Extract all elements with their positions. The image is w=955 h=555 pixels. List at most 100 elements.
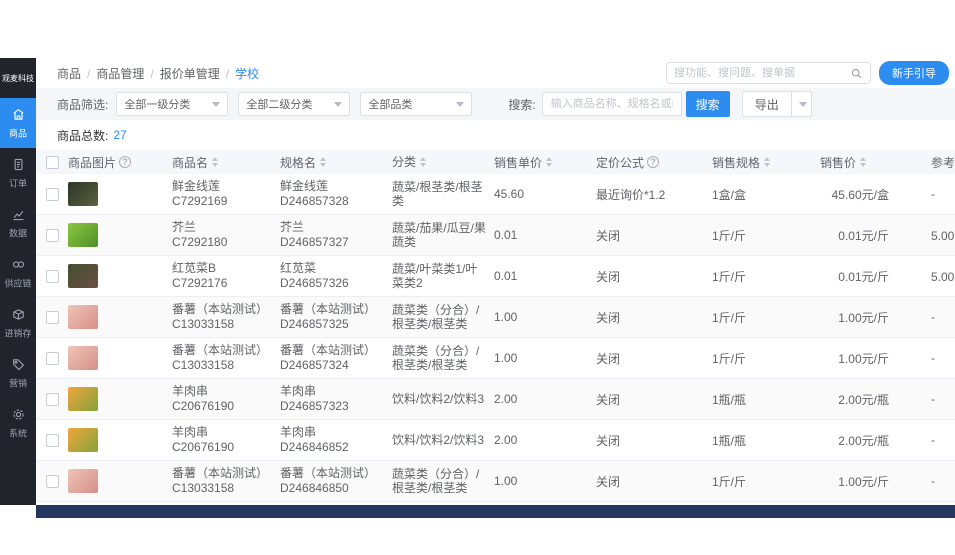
row-checkbox[interactable] (46, 351, 59, 365)
product-code: C20676190 (172, 399, 235, 413)
sidebar-item-label: 进销存 (4, 328, 32, 339)
sidebar-item-进销存[interactable]: 进销存 (0, 298, 36, 348)
help-icon[interactable]: ? (647, 156, 660, 168)
guide-button[interactable]: 新手引导 (879, 61, 949, 85)
unit-price-cell: 1.00 (494, 310, 518, 324)
select-value: 全部品类 (368, 99, 413, 111)
col-header-spec[interactable]: 规格名 (280, 154, 392, 171)
product-thumbnail[interactable] (68, 469, 98, 493)
category-level2-select[interactable]: 全部二级分类 (238, 92, 351, 116)
spec-name: 羊肉串 (280, 425, 317, 439)
search-icon[interactable] (850, 67, 863, 80)
product-thumbnail[interactable] (68, 264, 98, 288)
spec-code: D246857325 (280, 317, 349, 331)
breadcrumb-item[interactable]: 商品 (57, 65, 81, 82)
col-header-sale-spec[interactable]: 销售规格 (712, 154, 820, 171)
sidebar-item-数据[interactable]: 数据 (0, 198, 36, 248)
row-checkbox[interactable] (46, 392, 59, 406)
row-checkbox[interactable] (46, 269, 59, 283)
row-checkbox[interactable] (46, 433, 59, 447)
sidebar-item-营销[interactable]: 营销 (0, 348, 36, 398)
product-thumbnail[interactable] (68, 305, 98, 329)
sale-price-cell: 2.00元/瓶 (838, 392, 889, 407)
sort-icon[interactable] (320, 157, 327, 167)
pricing-formula-cell: 关闭 (596, 310, 621, 325)
orders-icon (11, 157, 26, 172)
export-dropdown-toggle[interactable] (791, 91, 812, 117)
table-row: 芥兰 C7292180 芥兰 D246857327 蔬菜/茄果/瓜豆/果蔬类 0… (36, 215, 955, 256)
sidebar-item-系统[interactable]: 系统 (0, 398, 36, 448)
sort-icon[interactable] (420, 157, 427, 167)
chevron-down-icon (334, 101, 343, 107)
sidebar-item-订单[interactable]: 订单 (0, 148, 36, 198)
unit-price-cell: 2.00 (494, 392, 518, 406)
col-header-category[interactable]: 分类 (392, 155, 494, 169)
spec-name: 番薯（本站测试） (280, 302, 377, 316)
row-checkbox[interactable] (46, 228, 59, 242)
breadcrumb-item[interactable]: 商品管理 (81, 65, 144, 82)
ref-cost-cell: - (931, 310, 935, 324)
sale-spec-cell: 1斤/斤 (712, 228, 747, 243)
col-header-name[interactable]: 商品名 (172, 154, 280, 171)
spec-name: 红苋菜 (280, 261, 317, 275)
ref-cost-cell: 5.00元 (931, 228, 955, 243)
sale-spec-cell: 1盒/盒 (712, 187, 747, 202)
product-code: C7292169 (172, 194, 228, 208)
sidebar-item-供应链[interactable]: 供应链 (0, 248, 36, 298)
product-thumbnail[interactable] (68, 428, 98, 452)
product-code: C7292180 (172, 235, 228, 249)
total-count-value: 27 (113, 128, 127, 142)
category-type-select[interactable]: 全部品类 (360, 92, 473, 116)
global-search-input[interactable] (674, 67, 850, 79)
filter-label: 商品筛选: (57, 97, 109, 112)
sale-price-cell: 1.00元/斤 (838, 310, 889, 325)
select-all-checkbox[interactable] (46, 155, 59, 169)
sale-price-cell: 2.00元/瓶 (838, 433, 889, 448)
export-button[interactable]: 导出 (741, 91, 792, 117)
ref-cost-cell: - (931, 433, 935, 447)
global-search-box[interactable] (666, 62, 871, 84)
breadcrumb-item[interactable]: 报价单管理 (144, 65, 220, 82)
product-thumbnail[interactable] (68, 223, 98, 247)
sidebar-item-商品[interactable]: 商品 (0, 98, 36, 148)
spec-name: 鲜金线莲 (280, 179, 329, 193)
col-header-unit-price[interactable]: 销售单价 (494, 154, 596, 171)
main-area: 商品 商品管理 报价单管理 学校 新手引导 商品筛选: 全部一级分类 (36, 58, 955, 518)
category-level1-select[interactable]: 全部一级分类 (116, 92, 229, 116)
sort-icon[interactable] (212, 157, 219, 167)
sale-spec-cell: 1斤/斤 (712, 269, 747, 284)
product-name: 红苋菜B (172, 261, 217, 275)
col-header-image: 商品图片 (68, 155, 117, 170)
product-search-input[interactable] (541, 92, 682, 116)
product-thumbnail[interactable] (68, 182, 98, 206)
pricing-formula-cell: 关闭 (596, 433, 621, 448)
topbar: 商品 商品管理 报价单管理 学校 新手引导 (36, 58, 955, 88)
sort-icon[interactable] (860, 157, 867, 167)
search-button[interactable]: 搜索 (685, 91, 730, 117)
filter-bar: 商品筛选: 全部一级分类 全部二级分类 全部品类 搜索: 搜索 导出 (36, 88, 955, 120)
sort-icon[interactable] (546, 157, 553, 167)
sale-price-cell: 45.60元/盒 (831, 187, 889, 202)
row-checkbox[interactable] (46, 310, 59, 324)
sort-icon[interactable] (764, 157, 771, 167)
row-checkbox[interactable] (46, 187, 59, 201)
ref-cost-cell: 5.00元 (931, 269, 955, 284)
pricing-formula-cell: 关闭 (596, 351, 621, 366)
product-thumbnail[interactable] (68, 346, 98, 370)
data-icon (11, 207, 26, 222)
spec-code: D246857328 (280, 194, 349, 208)
product-thumbnail[interactable] (68, 387, 98, 411)
col-header-ref-cost[interactable]: 参考成 (925, 154, 955, 171)
row-checkbox[interactable] (46, 474, 59, 488)
sidebar-nav: 商品 订单 数据 供应链 进销存 营销 系统 (0, 98, 36, 448)
pricing-formula-cell: 最近询价*1.2 (596, 187, 666, 202)
spec-name: 番薯（本站测试） (280, 343, 377, 357)
help-icon[interactable]: ? (119, 156, 132, 168)
system-icon (11, 407, 26, 422)
sale-spec-cell: 1瓶/瓶 (712, 392, 747, 407)
unit-price-cell: 0.01 (494, 228, 518, 242)
breadcrumb-current: 学校 (220, 65, 259, 82)
sidebar-item-label: 数据 (9, 228, 27, 239)
category-cell: 蔬菜类（分合）/根茎类/根茎类 (392, 467, 480, 495)
col-header-sale-price[interactable]: 销售价 (820, 154, 925, 171)
